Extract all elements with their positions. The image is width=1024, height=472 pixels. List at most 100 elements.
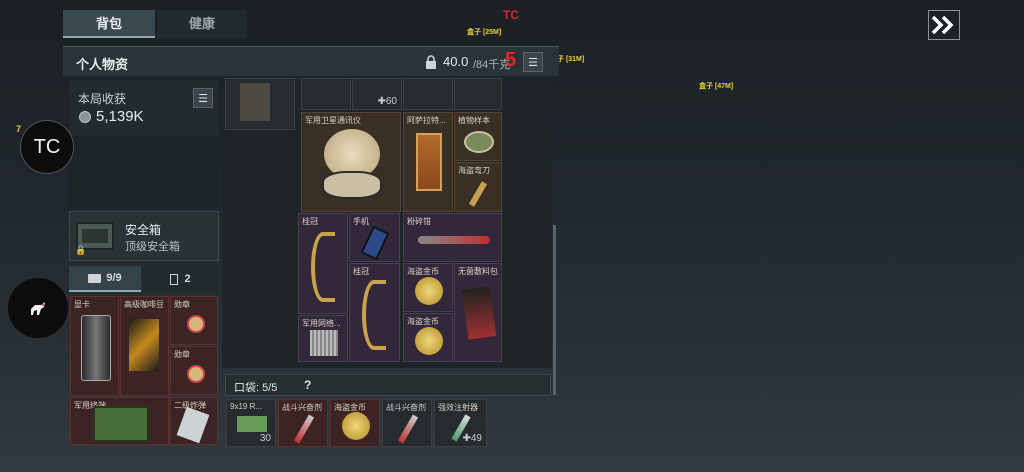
item-sterile-dressing[interactable]: 无菌敷料包 — [454, 263, 502, 362]
other-counter[interactable]: 2 — [143, 266, 218, 292]
loot-list-button[interactable]: ☰ — [193, 88, 213, 108]
coffee-bag-icon — [129, 319, 159, 371]
item-label: 战斗兴奋剂 — [386, 403, 426, 412]
inventory-header: 个人物资 40.0 /84千克 5 ☰ — [63, 46, 559, 76]
item-label: 手机 — [353, 217, 369, 226]
sample-dish-icon — [464, 131, 494, 153]
item-label: 军用网络... — [302, 319, 341, 328]
injector-count: 49 — [470, 433, 482, 444]
weight-lock-icon — [426, 55, 436, 69]
item-top-1[interactable] — [301, 78, 351, 110]
syringe-icon — [293, 414, 315, 444]
loot-title: 本局收获 — [78, 92, 127, 106]
item-top-left[interactable] — [225, 78, 295, 130]
lock-icon: 🔒 — [75, 245, 87, 255]
deer-icon — [31, 302, 45, 315]
item-label: 粉碎钳 — [407, 217, 431, 226]
item-asala-lantern[interactable]: 阿萨拉特... — [403, 112, 453, 212]
item-label: 无菌敷料包 — [458, 267, 498, 276]
pocket-item-stimulant-1[interactable]: 战斗兴奋剂 — [278, 399, 328, 447]
item-label: 海盗金币 — [407, 267, 439, 276]
other-counter-value: 2 — [184, 273, 191, 285]
item-label: 海盗金币 — [334, 403, 366, 412]
item-laurel-1[interactable]: 桂冠 — [298, 213, 348, 314]
item-label: 9x19 R... — [230, 402, 263, 411]
tab-backpack[interactable]: 背包 — [63, 10, 155, 38]
item-top-3[interactable] — [403, 78, 453, 110]
safebox-panel[interactable]: 安全箱 顶级安全箱 🔒 — [69, 211, 219, 261]
item-medal-1[interactable]: 勋章 — [170, 296, 218, 345]
item-label: 强效注射器 — [438, 403, 478, 412]
medal-icon — [187, 315, 205, 333]
item-label: 显卡 — [74, 300, 90, 309]
help-button[interactable]: ? — [304, 378, 311, 392]
item-label: 桂冠 — [353, 267, 369, 276]
weight-overlay-digit: 5 — [505, 49, 517, 71]
tab-health[interactable]: 健康 — [157, 10, 247, 38]
collapse-button[interactable] — [928, 10, 960, 40]
item-count: ✚60 — [377, 96, 397, 107]
slots-counter-value: 9/9 — [106, 272, 122, 284]
box-marker-25m: 盒子 [25M] — [467, 29, 502, 36]
plus-icon: ✚ — [462, 433, 471, 444]
coin-icon — [342, 412, 370, 440]
slots-counter[interactable]: 9/9 — [69, 266, 141, 292]
item-label: 植物样本 — [458, 116, 490, 125]
network-device-icon — [310, 330, 338, 356]
pliers-icon — [418, 236, 490, 244]
teammate-avatar[interactable] — [8, 278, 68, 338]
plus-icon: ✚ — [377, 96, 386, 107]
item-label: 军用卫星通讯仪 — [305, 116, 361, 125]
pocket-item-strong-injector[interactable]: 强效注射器 ✚49 — [434, 399, 487, 447]
rig-icon — [240, 83, 270, 121]
item-graphics-card[interactable]: 显卡 — [70, 296, 119, 396]
item-crusher-pliers[interactable]: 粉碎钳 — [403, 213, 502, 262]
box-marker-47m: 盒子 [47M] — [699, 83, 734, 90]
syringe-icon — [397, 414, 419, 444]
item-satellite-comm[interactable]: 军用卫星通讯仪 — [301, 112, 401, 212]
scrollbar[interactable] — [553, 225, 556, 395]
item-laurel-2[interactable]: 桂冠 — [349, 263, 400, 362]
player-avatar[interactable]: TC — [20, 120, 74, 174]
pocket-item-ammo[interactable]: 9x19 R... 30 — [226, 399, 276, 447]
container-icon — [170, 273, 179, 285]
phone-icon — [360, 225, 390, 261]
loot-panel: 本局收获 5,139K ☰ — [69, 80, 219, 136]
item-top-2[interactable]: ✚60 — [352, 78, 402, 110]
lantern-icon — [416, 133, 442, 191]
item-label: 高级咖啡豆 — [124, 300, 164, 309]
pocket-item-pirate-coin[interactable]: 海盗金币 — [330, 399, 380, 447]
item-label: 战斗兴奋剂 — [282, 403, 322, 412]
item-pirate-coin-2[interactable]: 海盗金币 — [403, 313, 453, 362]
item-coffee-beans[interactable]: 高级咖啡豆 — [120, 296, 169, 396]
side-mark: 7 — [16, 124, 22, 134]
avatar-initials: TC — [33, 135, 61, 158]
terminal-icon — [93, 406, 149, 442]
item-phone[interactable]: 手机 — [349, 213, 400, 262]
double-chevron-icon — [931, 15, 954, 35]
list-icon: ☰ — [198, 92, 208, 105]
coin-icon — [79, 111, 91, 123]
item-top-4[interactable] — [454, 78, 502, 110]
ammo-box-icon — [237, 416, 267, 432]
tc-marker: TC — [503, 8, 519, 22]
item-count: 30 — [259, 433, 271, 444]
item-medal-2[interactable]: 勋章 — [170, 346, 218, 395]
bomb-icon — [176, 406, 210, 444]
item-military-network[interactable]: 军用网络... — [298, 315, 348, 362]
pocket-label: 口袋: 5/5 — [234, 382, 278, 394]
item-count: ✚49 — [462, 433, 482, 444]
item-level2-bomb[interactable]: 二级炸弹 — [170, 397, 218, 445]
dressing-pack-icon — [461, 286, 497, 340]
item-military-terminal[interactable]: 军用终端 — [70, 397, 169, 445]
item-pirate-sabre[interactable]: 海盗弯刀 — [454, 162, 502, 212]
safebox-subtitle: 顶级安全箱 — [125, 241, 180, 253]
item-pirate-coin-1[interactable]: 海盗金币 — [403, 263, 453, 312]
pocket-item-stimulant-2[interactable]: 战斗兴奋剂 — [382, 399, 432, 447]
laurel-icon — [362, 280, 386, 350]
item-plant-sample[interactable]: 植物样本 — [454, 112, 502, 161]
list-icon: ☰ — [528, 56, 538, 69]
header-list-button[interactable]: ☰ — [523, 52, 543, 72]
header-title: 个人物资 — [76, 57, 129, 72]
empty-slot-panel — [69, 138, 219, 208]
